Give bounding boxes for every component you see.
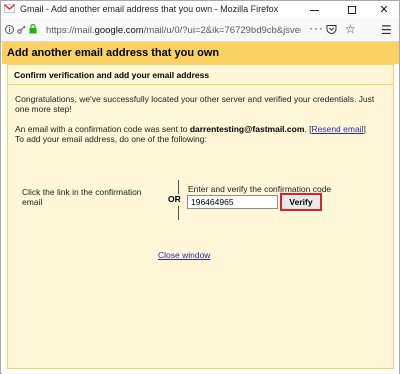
- add-email-dialog: Add another email address that you own C…: [2, 42, 399, 374]
- url-domain: google.com: [94, 25, 144, 36]
- sent-end: ]: [363, 124, 366, 134]
- or-separator: OR: [168, 194, 181, 204]
- verify-button[interactable]: Verify: [280, 193, 322, 211]
- info-icon: [5, 24, 14, 34]
- hamburger-menu-icon[interactable]: ☰: [381, 23, 392, 37]
- site-identity[interactable]: [5, 24, 37, 34]
- url-suffix: /mail/u/0/?ui=2&ik=76729bd9cb&jsver=D:: [143, 25, 301, 36]
- add-instructions: To add your email address, do one of the…: [15, 134, 207, 144]
- option-click-link-text: Click the link in the confirmation email: [22, 187, 142, 207]
- dialog-header: Add another email address that you own: [2, 42, 399, 64]
- panel-subheading: Confirm verification and add your email …: [8, 65, 393, 85]
- window-title: Gmail - Add another email address that y…: [20, 4, 279, 14]
- url-bar: https://mail.google.com/mail/u/0/?ui=2&i…: [1, 18, 399, 42]
- close-button[interactable]: ✕: [367, 1, 400, 18]
- url-prefix: https://mail.: [46, 25, 95, 36]
- close-icon: ✕: [379, 4, 389, 16]
- option-divider-bottom: [178, 206, 179, 220]
- confirmation-sent-text: An email with a confirmation code was se…: [15, 124, 390, 144]
- bookmark-star-icon[interactable]: ☆: [345, 22, 356, 36]
- subheading-text: Confirm verification and add your email …: [14, 70, 210, 80]
- close-window-link[interactable]: Close window: [158, 250, 210, 260]
- minimize-button[interactable]: [297, 1, 331, 18]
- key-icon: [17, 25, 26, 34]
- page-actions-icon[interactable]: ···: [309, 21, 324, 35]
- congrats-text: Congratulations, we've successfully loca…: [15, 94, 375, 114]
- pocket-icon[interactable]: [326, 24, 337, 35]
- confirmation-code-input[interactable]: [187, 195, 278, 209]
- verification-panel: Confirm verification and add your email …: [7, 64, 394, 369]
- option-divider-top: [178, 180, 179, 194]
- browser-window: Gmail - Add another email address that y…: [0, 0, 400, 374]
- dialog-title: Add another email address that you own: [7, 47, 220, 59]
- maximize-button[interactable]: [335, 1, 369, 18]
- sent-prefix: An email with a confirmation code was se…: [15, 124, 190, 134]
- maximize-icon: [348, 5, 356, 14]
- verify-button-label: Verify: [289, 197, 313, 207]
- title-bar: Gmail - Add another email address that y…: [1, 1, 399, 18]
- minimize-icon: [309, 9, 319, 11]
- resend-email-link[interactable]: Resend email: [311, 124, 363, 134]
- url-text[interactable]: https://mail.google.com/mail/u/0/?ui=2&i…: [46, 25, 301, 36]
- gmail-icon: [4, 4, 15, 13]
- lock-icon: [29, 24, 37, 34]
- target-email: darrentesting@fastmail.com: [189, 124, 305, 134]
